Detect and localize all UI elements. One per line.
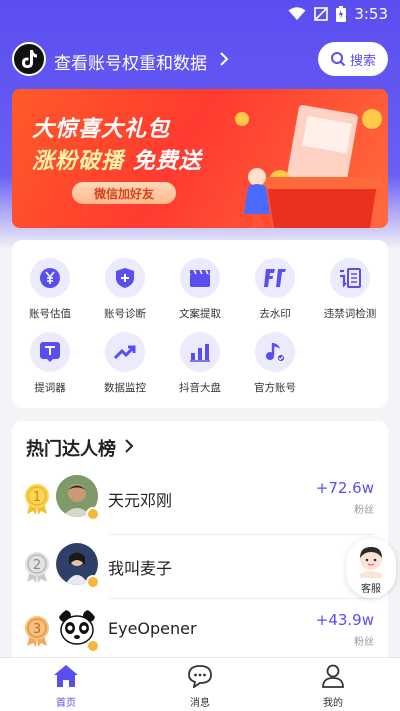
chevron-right-icon (220, 52, 229, 66)
gold-medal-icon: 1 (25, 484, 49, 515)
tool-label: 违禁词检测 (323, 308, 377, 320)
nav-label: 消息 (190, 698, 210, 709)
bronze-medal-icon: 3 (25, 616, 49, 647)
bar-chart-icon (190, 344, 210, 362)
word-check-icon (340, 268, 361, 288)
status-bar: 3:53 (0, 0, 400, 28)
tool-teleprompter[interactable]: 提词器 (14, 332, 86, 402)
promo-banner[interactable]: 大惊喜大礼包 涨粉破播 免费送 微信加好友 (12, 89, 388, 228)
tool-official-account[interactable]: 官方账号 (239, 332, 311, 402)
tiktok-note-icon (22, 50, 37, 68)
nav-label: 首页 (56, 698, 76, 709)
tool-account-valuation[interactable]: 账号估值 (14, 258, 86, 328)
music-note-icon (266, 343, 286, 363)
nav-messages[interactable]: 消息 (170, 664, 230, 709)
shield-plus-icon (116, 268, 134, 288)
nav-profile[interactable]: 我的 (303, 664, 363, 709)
follower-sublabel: 粉丝 (354, 505, 374, 516)
tool-banned-words[interactable]: 违禁词检测 (314, 258, 386, 328)
battery-icon (336, 6, 347, 22)
ranking-row[interactable]: 1 天元邓刚 +72.6w 粉丝 (12, 467, 388, 531)
bottom-navigation: 首页 消息 我的 (0, 657, 400, 711)
home-icon (54, 665, 78, 687)
clapper-icon (190, 269, 210, 287)
tool-data-monitor[interactable]: 数据监控 (89, 332, 161, 402)
creator-name: 我叫麦子 (108, 559, 173, 578)
watermark-icon (264, 269, 286, 287)
ranking-row[interactable]: 3 EyeOpener +43.9w 粉丝 (12, 599, 388, 663)
rank-number: 2 (33, 558, 41, 573)
ranking-row[interactable]: 2 我叫麦子 +5 (12, 535, 388, 599)
trend-icon (113, 345, 136, 360)
tool-label: 文案提取 (179, 308, 221, 320)
verified-badge-icon (86, 507, 100, 521)
chat-bubble-icon (188, 665, 212, 689)
tool-label: 官方账号 (254, 382, 296, 394)
tool-label: 去水印 (259, 308, 291, 320)
hot-creators-ranking: 热门达人榜 1 天元邓刚 +72.6w 粉丝 2 我叫麦子 3 EyeOpene… (12, 421, 388, 671)
banner-subheadline-a: 涨粉破播 (32, 149, 125, 174)
yen-icon (40, 268, 60, 288)
banner-headline: 大惊喜大礼包 (32, 117, 171, 142)
wifi-icon (288, 7, 306, 20)
app-logo[interactable] (12, 42, 46, 76)
search-label: 搜索 (349, 53, 376, 69)
account-weight-link[interactable]: 查看账号权重和数据 (54, 49, 207, 74)
ranking-title[interactable]: 热门达人榜 (26, 435, 116, 461)
search-icon (330, 52, 346, 67)
creator-name: EyeOpener (108, 619, 197, 638)
tool-account-diagnosis[interactable]: 账号诊断 (89, 258, 161, 328)
search-button[interactable]: 搜索 (318, 42, 388, 76)
nav-label: 我的 (323, 698, 343, 709)
tool-douyin-market[interactable]: 抖音大盘 (164, 332, 236, 402)
status-time: 3:53 (354, 5, 388, 23)
tool-label: 账号诊断 (104, 308, 146, 320)
tool-label: 抖音大盘 (179, 382, 221, 394)
verified-badge-icon (86, 575, 100, 589)
tool-copy-extract[interactable]: 文案提取 (164, 258, 236, 328)
follower-sublabel: 粉丝 (354, 637, 374, 648)
tools-grid: 账号估值 账号诊断 文案提取 去水印 违禁词检测 提词器 数据监控 抖音大盘 官… (12, 240, 388, 408)
teleprompter-icon (40, 342, 60, 362)
support-agent-icon (360, 547, 382, 578)
rank-number: 1 (33, 490, 41, 505)
tool-label: 数据监控 (104, 382, 146, 394)
silver-medal-icon: 2 (25, 552, 49, 583)
customer-service-button[interactable]: 客服 (346, 538, 396, 598)
tool-remove-watermark[interactable]: 去水印 (239, 258, 311, 328)
tool-label: 账号估值 (29, 308, 71, 320)
gift-box-illustration (235, 105, 382, 228)
banner-subheadline-b: 免费送 (132, 149, 202, 174)
chevron-right-icon[interactable] (124, 438, 134, 454)
nav-home[interactable]: 首页 (36, 664, 96, 709)
tool-label: 提词器 (34, 382, 66, 394)
banner-wechat-button[interactable]: 微信加好友 (72, 182, 176, 204)
rank-number: 3 (33, 622, 41, 637)
no-sim-icon (314, 7, 329, 21)
follower-delta: +72.6w (315, 479, 374, 497)
customer-service-label: 客服 (361, 584, 381, 595)
follower-delta: +43.9w (315, 611, 374, 629)
banner-subheadline: 涨粉破播 免费送 (32, 143, 202, 175)
verified-badge-icon (86, 639, 100, 653)
app-header: 查看账号权重和数据 搜索 (0, 40, 400, 80)
creator-name: 天元邓刚 (108, 491, 173, 510)
user-icon (322, 664, 344, 688)
